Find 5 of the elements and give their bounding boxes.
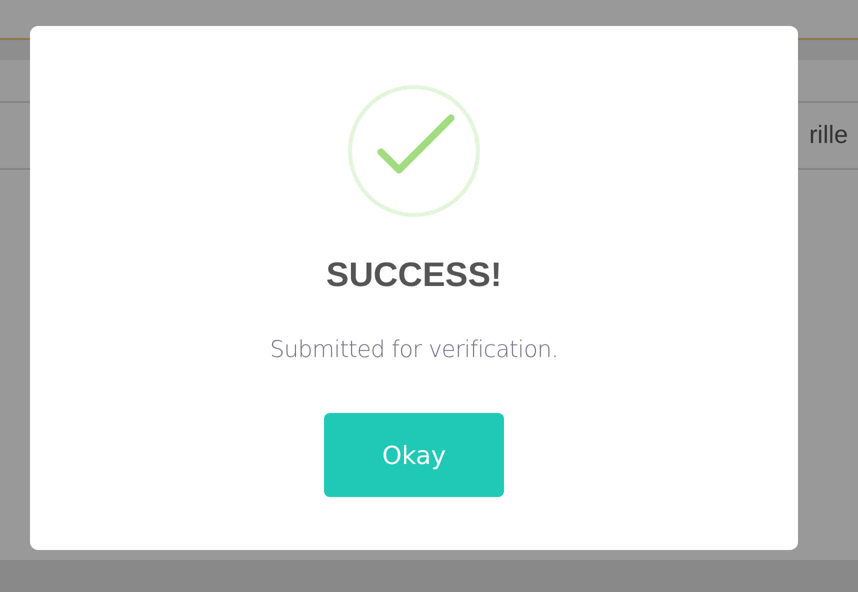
dialog-message: Submitted for verification. [270, 337, 558, 363]
checkmark-icon [347, 84, 481, 218]
okay-button[interactable]: Okay [324, 413, 504, 497]
row-label: rille [809, 121, 848, 150]
dialog-title: SUCCESS! [326, 256, 502, 295]
